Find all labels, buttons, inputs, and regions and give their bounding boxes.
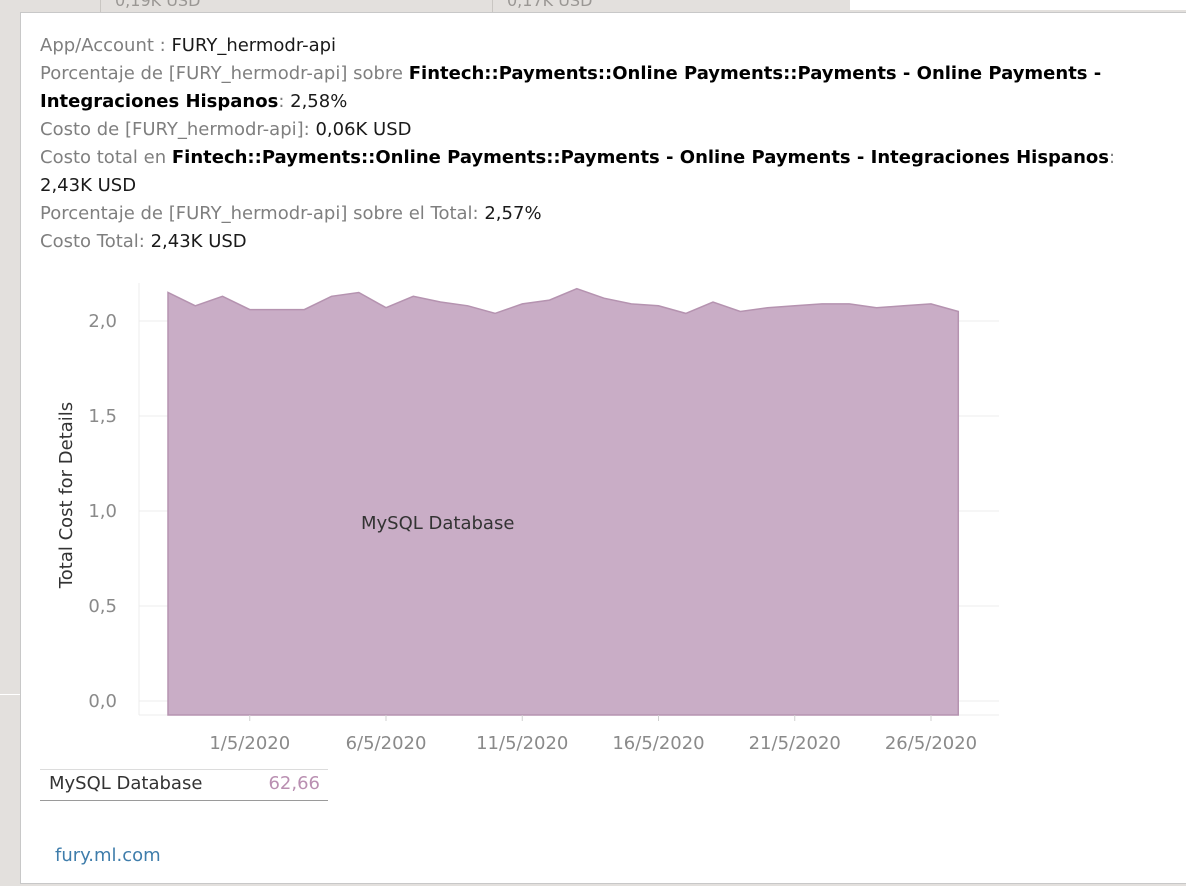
background-panel: [850, 0, 1186, 10]
x-tick-label: 1/5/2020: [209, 733, 290, 754]
background-card: 0,17K USD: [492, 0, 851, 12]
legend-row[interactable]: MySQL Database 62,66: [40, 769, 328, 801]
area-series-mysql[interactable]: [167, 287, 960, 716]
x-tick-label: 16/5/2020: [612, 733, 704, 754]
y-axis-title: Total Cost for Details: [56, 402, 77, 589]
background-divider: [0, 694, 20, 695]
x-tick-label: 21/5/2020: [749, 733, 841, 754]
area-chart: 0,0 0,5 1,0 1,5 2,0 1/5/2020 6/5/2020 11/5/2020…: [56, 283, 999, 754]
area-label: MySQL Database: [361, 513, 514, 534]
background-card-value: 0,17K USD: [507, 0, 593, 10]
x-tick-label: 26/5/2020: [885, 733, 977, 754]
x-tick-label: 11/5/2020: [476, 733, 568, 754]
y-tick-label: 0,5: [88, 596, 117, 617]
y-tick-label: 2,0: [88, 311, 117, 332]
tooltip-panel: App/Account : FURY_hermodr-api Porcentaj…: [20, 12, 1186, 884]
y-tick-label: 0,0: [88, 691, 117, 712]
legend-value: 62,66: [268, 773, 320, 794]
background-card: 0,19K USD: [100, 0, 491, 12]
background-card-value: 0,19K USD: [115, 0, 201, 10]
fury-link[interactable]: fury.ml.com: [55, 845, 161, 866]
legend-label: MySQL Database: [49, 773, 203, 794]
y-tick-label: 1,0: [88, 501, 117, 522]
x-tick-label: 6/5/2020: [346, 733, 427, 754]
y-tick-label: 1,5: [88, 406, 117, 427]
